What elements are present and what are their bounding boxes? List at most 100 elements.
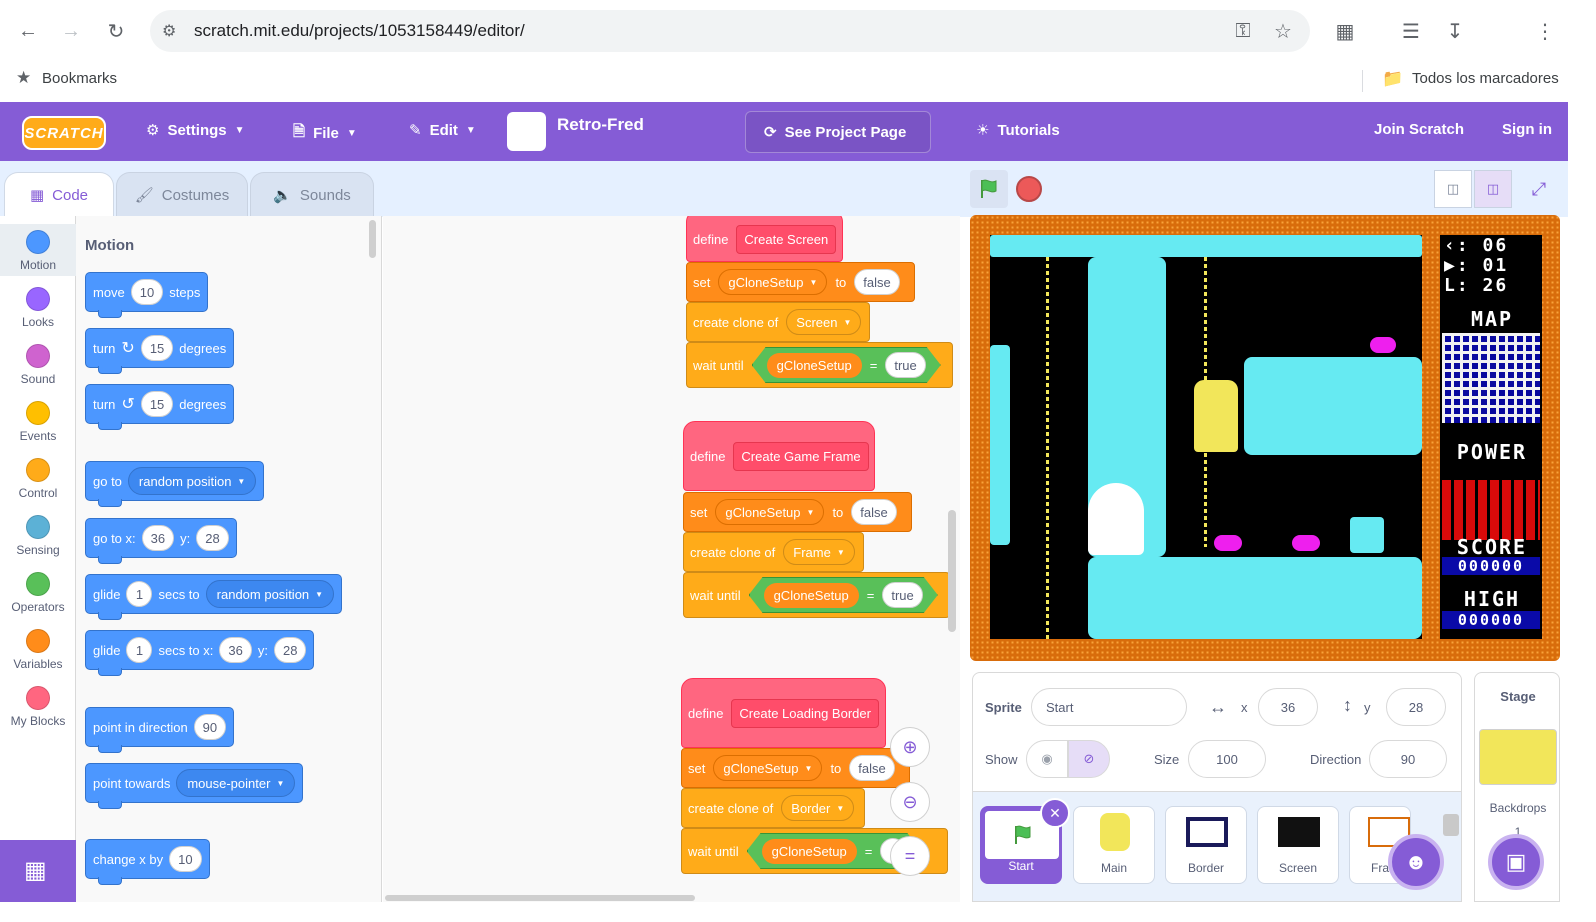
file-menu[interactable]: 🗎 File ▼ [293,121,357,146]
compare-input[interactable]: true [885,352,925,378]
stage-canvas[interactable]: ‹: 06 ▶: 01 L: 26 MAP POWER SCORE 000000… [970,215,1560,661]
bookmark-star-icon[interactable]: ☆ [1270,18,1296,44]
change-x-input[interactable]: 10 [169,846,202,872]
script-area-horizontal-scrollbar[interactable] [385,895,695,901]
bookmarks-label[interactable]: Bookmarks [42,70,117,87]
clone-target-dropdown[interactable]: Screen ▼ [786,309,862,335]
create-clone-block[interactable]: create clone of Border ▼ [681,788,865,828]
edit-menu[interactable]: ✎ Edit ▼ [409,121,476,140]
category-my-blocks[interactable]: My Blocks [0,686,76,728]
add-extension-button[interactable]: ▦ [0,840,76,902]
password-key-icon[interactable]: ⚿ [1230,18,1256,44]
see-project-page-button[interactable]: ⟳ See Project Page [745,111,931,153]
all-bookmarks-label[interactable]: Todos los marcadores [1412,70,1559,87]
scratch-logo[interactable]: SCRATCH [22,116,106,150]
direction-input[interactable]: 90 [1369,740,1447,778]
block-point-towards[interactable]: point towards mouse-pointer ▼ [85,763,304,809]
fullscreen-button[interactable]: ⤢ [1520,170,1558,208]
y-position-input[interactable]: 28 [1386,688,1446,726]
define-block-create-loading-border[interactable]: define Create Loading Border [681,678,886,748]
category-events[interactable]: Events [0,401,76,443]
sprite-list-scrollbar[interactable] [1443,814,1459,836]
block-glide-to-xy[interactable]: glide 1 secs to x: 36 y: 28 [85,630,315,676]
reload-icon[interactable]: ↻ [103,18,129,44]
stop-button[interactable] [1016,176,1042,202]
extensions-icon[interactable]: ▦ [1332,18,1358,44]
x-input[interactable]: 36 [141,525,175,551]
value-input[interactable]: false [849,755,895,781]
sprite-tile-main[interactable]: Main [1073,806,1155,884]
sprite-tile-border[interactable]: Border [1165,806,1247,884]
green-flag-button[interactable] [970,170,1008,208]
variable-reporter[interactable]: gCloneSetup [762,839,857,864]
wait-until-block[interactable]: wait until gCloneSetup = true [683,572,950,618]
script-area-vertical-scrollbar[interactable] [948,510,956,632]
create-clone-block[interactable]: create clone of Frame ▼ [683,532,864,572]
palette-scrollbar[interactable] [369,220,376,258]
normal-stage-button[interactable]: ◫ [1474,170,1512,208]
y-input[interactable]: 28 [273,637,307,663]
block-go-to-xy[interactable]: go to x: 36 y: 28 [85,518,237,564]
choose-sprite-button[interactable]: ☻ [1388,834,1444,890]
show-visible-button[interactable]: ◉ [1026,740,1068,778]
download-icon[interactable]: ↧ [1442,18,1468,44]
site-settings-icon[interactable]: ⚙ [162,21,176,41]
show-hidden-button[interactable]: ⊘ [1068,740,1110,778]
tab-code[interactable]: ▦ Code [4,172,114,217]
menu-dots-icon[interactable]: ⋮ [1532,18,1558,44]
script-area[interactable]: define Create Screen set gCloneSetup ▼ to… [383,216,960,902]
define-block-create-game-frame[interactable]: define Create Game Frame [683,421,875,491]
equals-operator[interactable]: gCloneSetup = true [749,577,938,613]
variable-dropdown[interactable]: gCloneSetup ▼ [715,499,825,525]
category-operators[interactable]: Operators [0,572,76,614]
block-move-steps[interactable]: move 10 steps [85,272,209,318]
join-scratch-link[interactable]: Join Scratch [1374,121,1464,138]
project-title-input[interactable]: Retro-Fred [557,115,644,135]
tab-sounds[interactable]: 🔈 Sounds [250,172,374,217]
zoom-out-icon[interactable]: ⊖ [890,782,930,822]
tab-costumes[interactable]: 🖌 Costumes [116,172,248,217]
category-variables[interactable]: Variables [0,629,76,671]
value-input[interactable]: false [854,269,900,295]
y-input[interactable]: 28 [196,525,229,551]
secs-input[interactable]: 1 [126,581,153,607]
glide-target-dropdown[interactable]: random position ▼ [205,580,335,608]
block-glide-to[interactable]: glide 1 secs to random position ▼ [85,574,343,620]
sprite-tile-screen[interactable]: Screen [1257,806,1339,884]
variable-reporter[interactable]: gCloneSetup [764,583,859,608]
forward-icon[interactable]: → [58,18,84,44]
tutorials-menu[interactable]: ☀ Tutorials [976,121,1060,140]
small-stage-button[interactable]: ◫ [1434,170,1472,208]
settings-menu[interactable]: ⚙ Settings ▼ [146,121,245,140]
address-bar[interactable]: ⚙ scratch.mit.edu/projects/1053158449/ed… [150,10,1310,52]
clone-target-dropdown[interactable]: Border ▼ [781,795,855,821]
equals-operator[interactable]: gCloneSetup = true [752,347,941,383]
goto-target-dropdown[interactable]: random position ▼ [127,467,257,495]
category-control[interactable]: Control [0,458,76,500]
steps-input[interactable]: 10 [130,279,164,305]
back-icon[interactable]: ← [15,18,41,44]
compare-input[interactable]: true [882,582,922,608]
media-icon[interactable]: ☰ [1398,18,1424,44]
zoom-reset-icon[interactable]: = [890,836,930,876]
variable-reporter[interactable]: gCloneSetup [767,353,862,378]
define-block-create-screen[interactable]: define Create Screen [686,216,844,262]
sprite-name-input[interactable]: Start [1031,688,1187,726]
wait-until-block[interactable]: wait until gCloneSetup = true [686,342,953,388]
variable-dropdown[interactable]: gCloneSetup ▼ [713,755,823,781]
secs-input[interactable]: 1 [126,637,153,663]
size-input[interactable]: 100 [1188,740,1266,778]
degrees-input[interactable]: 15 [140,391,174,417]
towards-target-dropdown[interactable]: mouse-pointer ▼ [176,769,296,797]
block-point-in-direction[interactable]: point in direction 90 [85,707,235,753]
category-sound[interactable]: Sound [0,344,76,386]
variable-dropdown[interactable]: gCloneSetup ▼ [718,269,828,295]
category-looks[interactable]: Looks [0,287,76,329]
direction-input[interactable]: 90 [193,714,227,740]
zoom-in-icon[interactable]: ⊕ [890,727,930,767]
degrees-input[interactable]: 15 [140,335,174,361]
set-variable-block[interactable]: set gCloneSetup ▼ to false [686,262,915,302]
set-variable-block[interactable]: set gCloneSetup ▼ to false [681,748,910,788]
category-sensing[interactable]: Sensing [0,515,76,557]
block-change-x[interactable]: change x by 10 [85,839,210,885]
